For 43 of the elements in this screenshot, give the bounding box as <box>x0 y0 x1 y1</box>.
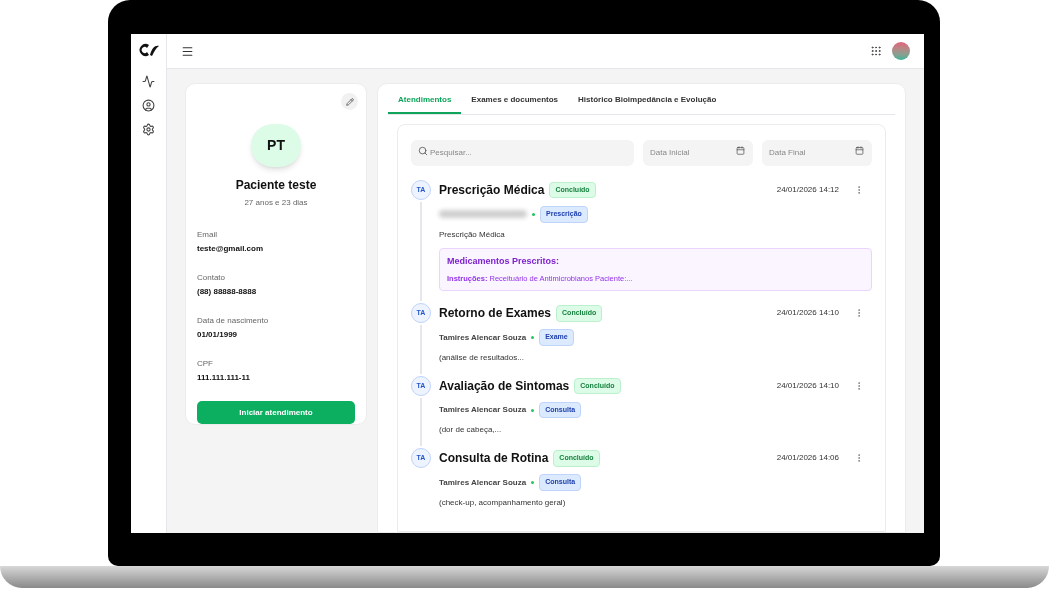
date-field[interactable]: Data Final <box>762 139 872 166</box>
entry-summary: Prescrição Médica <box>439 228 506 241</box>
entry-datetime: 24/01/2026 14:06 <box>776 452 839 465</box>
prescription-heading: Medicamentos Prescritos: <box>447 254 561 268</box>
field-value: 111.111.111-11 <box>197 372 251 385</box>
apps-icon[interactable] <box>870 45 882 57</box>
entry-title: Retorno de Exames <box>439 305 552 323</box>
calendar-icon <box>855 146 864 155</box>
field-value: teste@gmail.com <box>197 243 265 256</box>
patient-avatar: PT <box>251 124 301 168</box>
entry-summary: (dor de cabeça,... <box>439 424 503 437</box>
tab[interactable]: Exames e documentos <box>461 94 569 114</box>
tab[interactable]: Histórico Bioimpedância e Evolução <box>568 94 727 114</box>
field-value: (88) 88888-8888 <box>197 286 258 299</box>
calendar-icon <box>736 146 745 155</box>
search-icon <box>418 146 428 156</box>
entry-author: Tamires Alencar Souza <box>439 404 527 416</box>
entry-title: Prescrição Médica <box>439 182 545 199</box>
edit-button[interactable] <box>341 93 358 110</box>
entry-summary: (check-up, acompanhamento geral) <box>439 496 567 509</box>
menu-icon[interactable] <box>181 44 194 58</box>
date-field[interactable]: Data Inicial <box>643 139 753 166</box>
logo-icon <box>137 42 160 58</box>
field-label: Email <box>197 229 218 242</box>
entry-datetime: 24/01/2026 14:10 <box>776 307 839 320</box>
entry-title: Consulta de Rotina <box>439 450 549 468</box>
chart-icon[interactable] <box>142 75 155 88</box>
patient-age: 27 anos e 23 dias <box>244 197 308 210</box>
entry-author: Tamires Alencar Souza <box>439 476 527 489</box>
entry-author: Tamires Alencar Souza <box>439 331 527 344</box>
field-label: Contato <box>197 272 227 285</box>
search-field[interactable]: Pesquisar... <box>411 139 634 166</box>
entry-datetime: 24/01/2026 14:12 <box>776 184 839 196</box>
entry-title: Avaliação de Sintomas <box>439 377 570 395</box>
patient-name: Paciente teste <box>235 177 317 195</box>
entry-datetime: 24/01/2026 14:10 <box>776 379 839 392</box>
field-label: CPF <box>197 358 214 371</box>
avatar[interactable] <box>892 42 910 60</box>
field-value: 01/01/1999 <box>197 329 239 342</box>
user-icon[interactable] <box>142 99 155 112</box>
field-label: Data de nascimento <box>197 315 270 328</box>
settings-icon[interactable] <box>142 123 155 136</box>
entry-summary: (análise de resultados... <box>439 351 525 364</box>
